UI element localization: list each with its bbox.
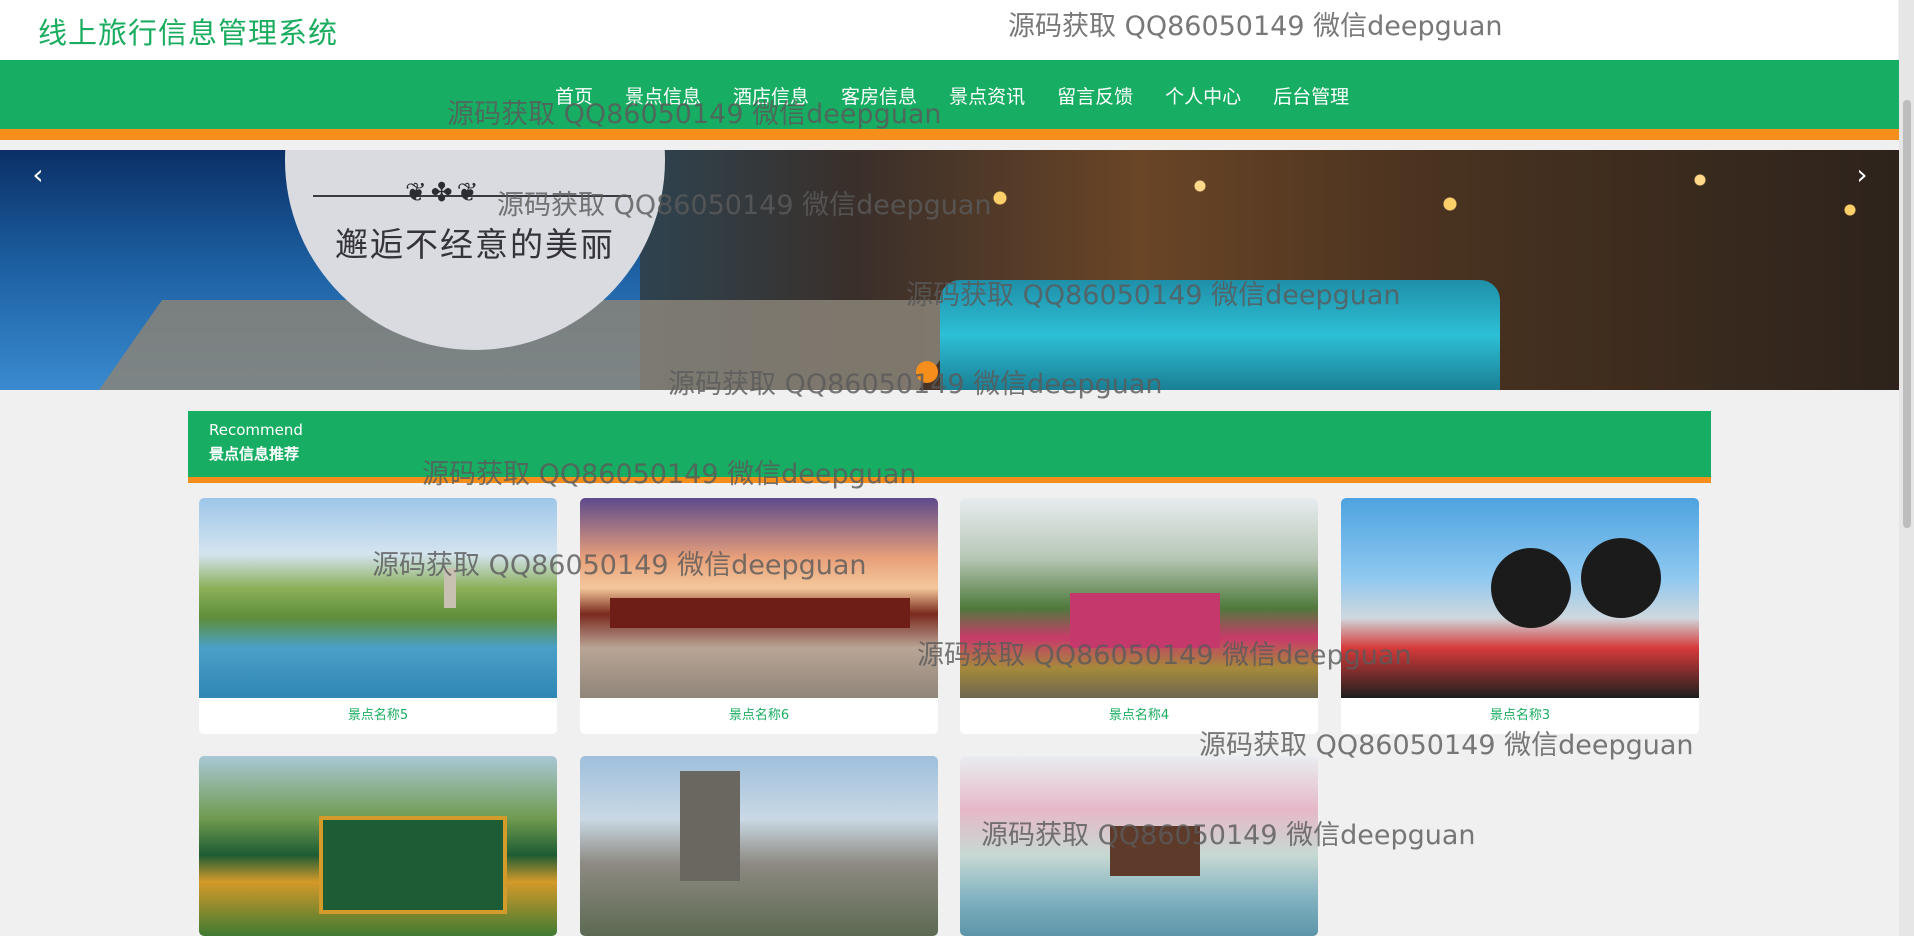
attraction-card[interactable]: 景点名称6: [580, 498, 938, 734]
nav-item-profile[interactable]: 个人中心: [1149, 84, 1257, 110]
monument-shape: [680, 771, 740, 881]
site-title[interactable]: 线上旅行信息管理系统: [38, 10, 338, 52]
attraction-image[interactable]: [580, 756, 938, 936]
nav-item-rooms[interactable]: 客房信息: [825, 84, 933, 110]
banner-carousel[interactable]: ❦✤❦ 邂逅不经意的美丽 ‹ ›: [0, 150, 1900, 390]
attraction-image[interactable]: [199, 498, 557, 698]
attraction-card[interactable]: 景点名称3: [1341, 498, 1699, 734]
banner-pool: [940, 280, 1500, 390]
attraction-name[interactable]: 景点名称3: [1341, 698, 1699, 734]
banner-ornament: ❦✤❦: [405, 178, 483, 208]
recommend-section-header: Recommend 景点信息推荐: [188, 411, 1711, 483]
attraction-image[interactable]: [199, 756, 557, 936]
pavilion-shape: [1110, 826, 1200, 876]
attraction-image[interactable]: [960, 756, 1318, 936]
attraction-image[interactable]: [960, 498, 1318, 698]
carousel-indicator-dot[interactable]: [916, 361, 938, 383]
main-nav: 首页 景点信息 酒店信息 客房信息 景点资讯 留言反馈 个人中心 后台管理: [0, 60, 1900, 140]
park-sign-shape: [319, 816, 507, 914]
character-head-shape: [1581, 538, 1661, 618]
nav-item-news[interactable]: 景点资讯: [933, 84, 1041, 110]
attraction-card[interactable]: 景点名称5: [199, 498, 557, 734]
banner-lights: [900, 150, 1900, 270]
attraction-name[interactable]: 景点名称5: [199, 698, 557, 734]
nav-item-feedback[interactable]: 留言反馈: [1041, 84, 1149, 110]
page-scrollbar[interactable]: [1899, 0, 1914, 936]
carousel-next-icon[interactable]: ›: [1842, 154, 1882, 194]
attraction-name[interactable]: 景点名称6: [580, 698, 938, 734]
banner-caption: 邂逅不经意的美丽: [335, 225, 615, 264]
attraction-name[interactable]: 景点名称4: [960, 698, 1318, 734]
attraction-card[interactable]: [199, 756, 557, 936]
pagoda-shape: [444, 568, 456, 608]
carousel-prev-icon[interactable]: ‹: [18, 154, 58, 194]
flower-gate-shape: [1070, 593, 1220, 648]
attraction-card[interactable]: [580, 756, 938, 936]
nav-item-attractions[interactable]: 景点信息: [609, 84, 717, 110]
scrollbar-thumb[interactable]: [1903, 100, 1911, 528]
nav-item-hotels[interactable]: 酒店信息: [717, 84, 825, 110]
top-header: 线上旅行信息管理系统: [0, 0, 1898, 60]
palace-wall-shape: [610, 598, 910, 628]
attraction-card[interactable]: 景点名称4: [960, 498, 1318, 734]
nav-items: 首页 景点信息 酒店信息 客房信息 景点资讯 留言反馈 个人中心 后台管理: [539, 84, 1365, 110]
attraction-card[interactable]: [960, 756, 1318, 936]
character-head-shape: [1491, 548, 1571, 628]
attraction-image[interactable]: [580, 498, 938, 698]
section-title-en: Recommend: [209, 421, 303, 439]
nav-item-home[interactable]: 首页: [539, 84, 609, 110]
section-title-zh: 景点信息推荐: [209, 445, 300, 463]
nav-item-admin[interactable]: 后台管理: [1257, 84, 1365, 110]
attraction-image[interactable]: [1341, 498, 1699, 698]
